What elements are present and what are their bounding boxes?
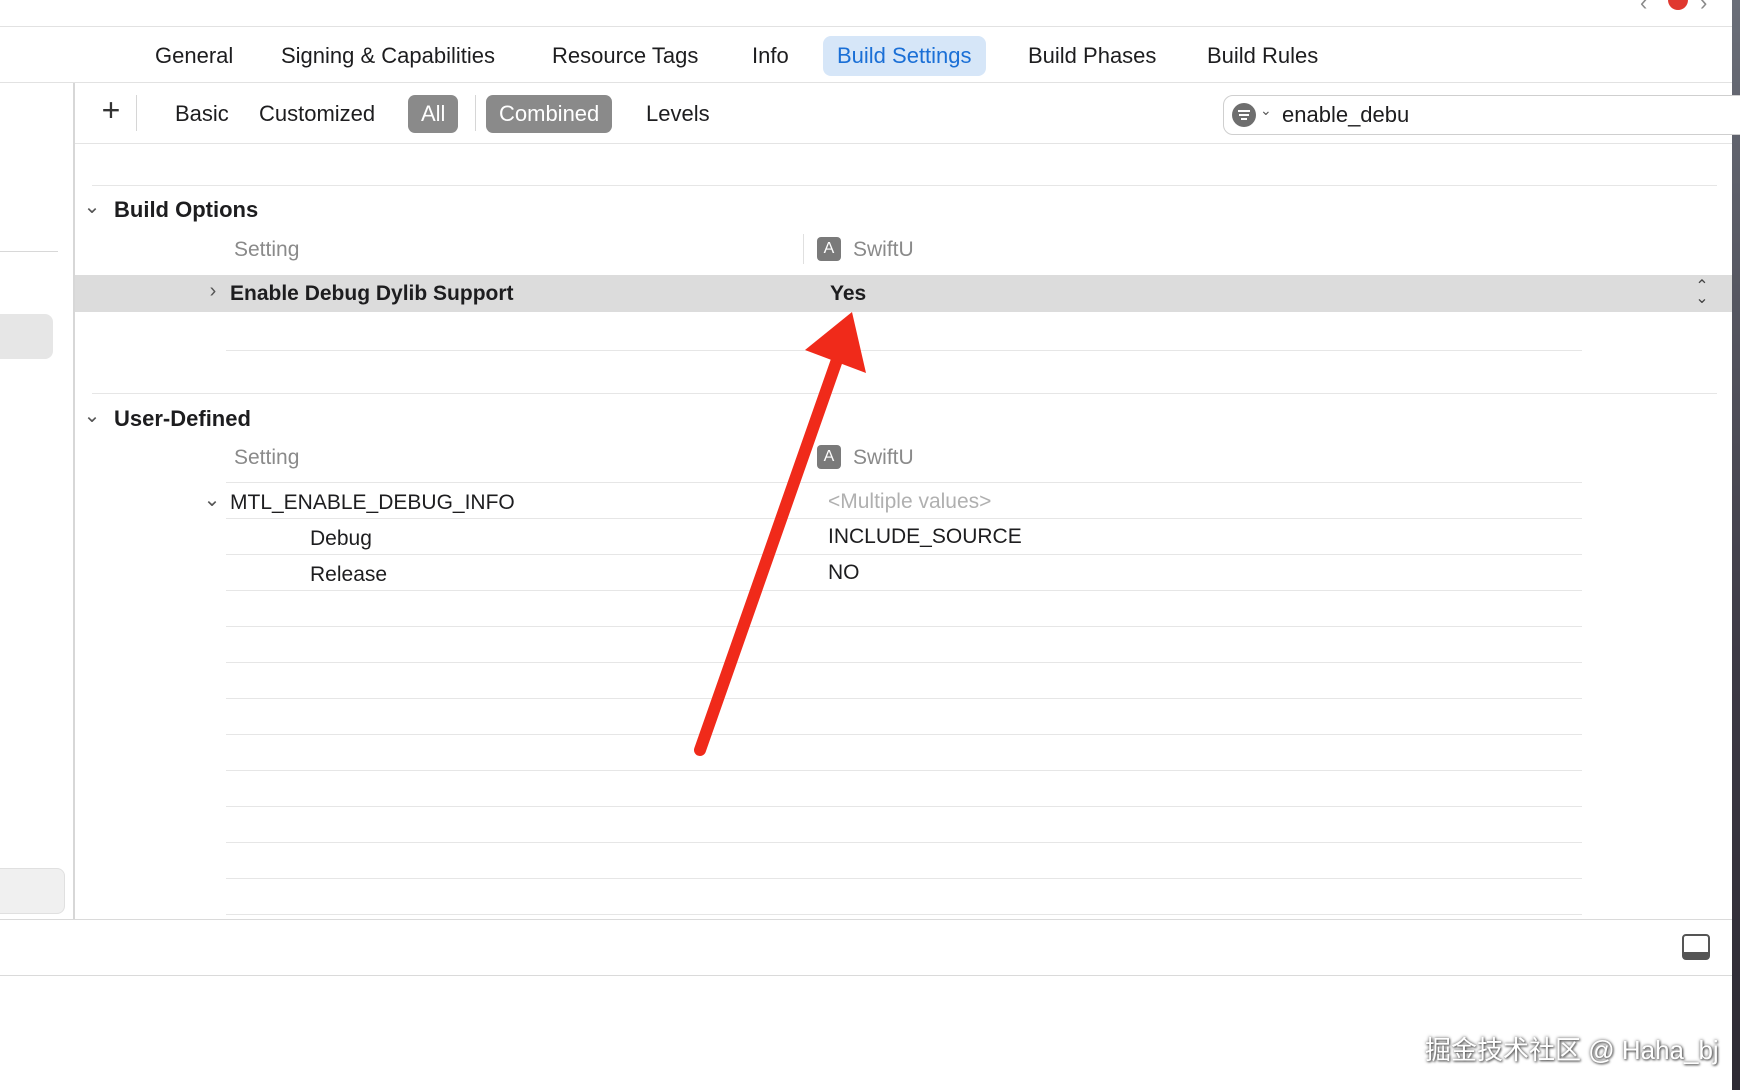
config-name-debug[interactable]: Debug xyxy=(310,527,372,551)
section-divider xyxy=(92,185,1717,186)
section-divider xyxy=(92,393,1717,394)
scope-customized-button[interactable]: Customized xyxy=(246,95,388,133)
sidebar-separator xyxy=(0,251,58,252)
view-combined-button[interactable]: Combined xyxy=(486,95,613,133)
row-divider xyxy=(226,350,1582,351)
divider xyxy=(0,26,1732,27)
setting-value[interactable]: Yes xyxy=(830,282,866,306)
tab-signing-capabilities[interactable]: Signing & Capabilities xyxy=(267,36,509,76)
chevron-down-icon[interactable]: ⌄ xyxy=(1260,102,1272,119)
nav-forward-icon[interactable]: › xyxy=(1700,0,1707,16)
error-badge-icon[interactable] xyxy=(1668,0,1688,10)
config-value-release[interactable]: NO xyxy=(828,561,860,585)
desktop-background-strip xyxy=(1732,0,1740,1090)
setting-name[interactable]: MTL_ENABLE_DEBUG_INFO xyxy=(230,491,515,515)
build-settings-filter-bar: + Basic Customized All Combined Levels ⌄… xyxy=(75,83,1740,143)
collapse-icon[interactable]: ⌄ xyxy=(202,487,222,512)
section-title-build-options[interactable]: Build Options xyxy=(114,197,258,223)
sidebar-divider[interactable] xyxy=(73,83,75,919)
config-value-debug[interactable]: INCLUDE_SOURCE xyxy=(828,525,1022,549)
divider xyxy=(136,95,137,131)
section-title-user-defined[interactable]: User-Defined xyxy=(114,406,251,432)
add-setting-button[interactable]: + xyxy=(93,93,129,129)
tab-resource-tags[interactable]: Resource Tags xyxy=(538,36,712,76)
panel-toggle-icon[interactable] xyxy=(1682,934,1710,960)
value-stepper-icon[interactable]: ⌃ ⌄ xyxy=(1692,279,1712,307)
search-field: ⌄ ✕ xyxy=(1223,95,1740,135)
row-divider xyxy=(226,914,1582,915)
search-input[interactable] xyxy=(1282,96,1722,134)
annotation-arrow-head xyxy=(805,312,866,373)
row-divider xyxy=(226,590,1582,591)
expand-icon[interactable]: › xyxy=(203,280,223,303)
column-divider xyxy=(803,234,804,264)
row-divider xyxy=(226,878,1582,879)
tab-general[interactable]: General xyxy=(141,36,247,76)
divider xyxy=(0,975,1732,976)
view-levels-button[interactable]: Levels xyxy=(633,95,723,133)
setting-column-header[interactable]: Setting xyxy=(234,238,299,262)
collapse-icon[interactable]: ⌄ xyxy=(82,194,102,219)
divider xyxy=(0,919,1732,920)
scope-basic-button[interactable]: Basic xyxy=(162,95,242,133)
sidebar-item[interactable] xyxy=(0,868,65,914)
tab-info[interactable]: Info xyxy=(738,36,803,76)
row-divider xyxy=(226,806,1582,807)
filter-icon[interactable] xyxy=(1232,103,1256,127)
row-divider xyxy=(226,662,1582,663)
tab-build-settings[interactable]: Build Settings xyxy=(823,36,986,76)
row-divider xyxy=(226,554,1582,555)
row-divider xyxy=(226,842,1582,843)
setting-column-header[interactable]: Setting xyxy=(234,446,299,470)
divider xyxy=(475,95,476,131)
watermark: 掘金技术社区 @ Haha_bj xyxy=(1425,1035,1719,1065)
tab-build-phases[interactable]: Build Phases xyxy=(1014,36,1170,76)
target-column-header[interactable]: SwiftU xyxy=(853,238,914,262)
target-column-header[interactable]: SwiftU xyxy=(853,446,914,470)
divider xyxy=(75,143,1732,144)
app-target-icon: A xyxy=(817,237,841,261)
nav-back-icon[interactable]: ‹ xyxy=(1640,0,1647,16)
setting-name: Enable Debug Dylib Support xyxy=(230,282,514,305)
setting-value-multiple[interactable]: <Multiple values> xyxy=(828,490,991,514)
config-name-release[interactable]: Release xyxy=(310,563,387,587)
tab-build-rules[interactable]: Build Rules xyxy=(1193,36,1332,76)
app-target-icon: A xyxy=(817,445,841,469)
row-divider xyxy=(226,698,1582,699)
sidebar-item-selected[interactable] xyxy=(0,314,53,359)
scope-all-button[interactable]: All xyxy=(408,95,459,133)
row-divider xyxy=(226,770,1582,771)
row-divider xyxy=(226,626,1582,627)
row-divider xyxy=(226,734,1582,735)
editor-tab-bar: General Signing & Capabilities Resource … xyxy=(0,32,1732,78)
row-divider xyxy=(226,482,1582,483)
collapse-icon[interactable]: ⌄ xyxy=(82,403,102,428)
row-divider xyxy=(226,518,1582,519)
